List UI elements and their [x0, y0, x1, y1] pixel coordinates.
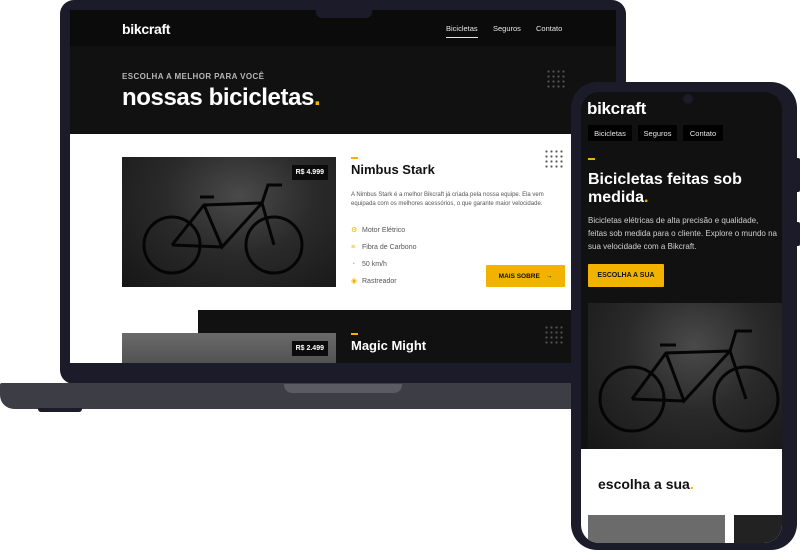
button-label: MAIS SOBRE [498, 272, 540, 280]
dots-pattern-icon [544, 149, 564, 169]
title-accent-dash [351, 157, 358, 159]
product-image-nimbus[interactable]: R$ 4.999 [122, 157, 336, 287]
phone-logo[interactable]: bikcraft [587, 99, 646, 119]
feature-speed: ◔ 50 km/h [351, 261, 387, 268]
phone-product-thumb[interactable] [588, 515, 725, 543]
feature-tracker: ◉ Rastreador [351, 278, 397, 285]
laptop-screen: bikcraft Bicicletas Seguros Contato ESCO… [70, 10, 616, 363]
nav-link-contato[interactable]: Contato [536, 24, 562, 33]
phone-hero-description: Bicicletas elétricas de alta precisão e … [588, 216, 778, 251]
nav-link-seguros[interactable]: Seguros [493, 24, 521, 33]
phone-section-title-text: escolha a sua [598, 476, 690, 492]
dots-pattern-icon [544, 325, 564, 345]
feature-label: Fibra de Carbono [362, 244, 417, 251]
laptop-groove [284, 384, 402, 393]
hero-title-text: nossas bicicletas [122, 84, 314, 111]
motor-icon: ⚙ [351, 227, 358, 234]
laptop-logo[interactable]: bikcraft [122, 21, 170, 37]
price-badge-magic: R$ 2.499 [291, 341, 328, 356]
phone-nav-bicicletas[interactable]: Bicicletas [588, 125, 632, 141]
phone-section-title: escolha a sua. [598, 476, 694, 492]
dots-pattern-icon [546, 69, 566, 89]
product-title-magic: Magic Might [351, 338, 427, 353]
title-accent-dash [588, 158, 595, 160]
product-image-magic[interactable]: R$ 2.499 [122, 333, 336, 363]
fiber-icon: ≡ [351, 244, 356, 251]
feature-motor: ⚙ Motor Elétrico [351, 227, 405, 234]
tracker-icon: ◉ [351, 278, 358, 285]
phone-hero-title: Bicicletas feitas sob medida. [588, 171, 768, 207]
feature-label: Motor Elétrico [362, 227, 406, 234]
product-description-nimbus: A Nimbus Stark é a melhor Bikcraft já cr… [351, 192, 544, 207]
more-about-button[interactable]: MAIS SOBRE → [486, 265, 565, 287]
phone-hero-image [588, 303, 782, 449]
feature-label: Rastreador [362, 278, 397, 285]
feature-label: 50 km/h [362, 261, 387, 268]
product-title-nimbus: Nimbus Stark [351, 162, 435, 177]
hero-title-dot: . [313, 84, 321, 111]
choose-yours-button[interactable]: ESCOLHA A SUA [588, 264, 664, 287]
laptop-camera-notch [316, 8, 372, 18]
camera-icon [683, 94, 693, 104]
title-accent-dash [351, 333, 358, 335]
hero-subtitle: ESCOLHA A MELHOR PARA VOCÊ [122, 72, 265, 81]
phone-hero-dot: . [644, 189, 649, 206]
feature-fiber: ≡ Fibra de Carbono [351, 244, 416, 251]
phone-screen: bikcraft Bicicletas Seguros Contato Bici… [581, 92, 782, 543]
speed-icon: ◔ [351, 261, 356, 268]
nav-link-bicicletas[interactable]: Bicicletas [446, 24, 478, 38]
phone-product-thumb[interactable] [734, 515, 782, 543]
phone-side-button [796, 222, 800, 246]
price-badge-nimbus: R$ 4.999 [291, 165, 328, 180]
bicycle-icon [598, 329, 780, 433]
phone-side-button [796, 158, 800, 192]
phone-nav-seguros[interactable]: Seguros [638, 125, 677, 141]
arrow-right-icon: → [545, 272, 553, 280]
phone-nav-contato[interactable]: Contato [683, 125, 723, 141]
laptop-foot [38, 408, 82, 412]
phone-section-dot: . [689, 476, 694, 492]
hero-title: nossas bicicletas. [122, 84, 321, 112]
phone-hero-title-text: Bicicletas feitas sob medida [588, 171, 742, 206]
